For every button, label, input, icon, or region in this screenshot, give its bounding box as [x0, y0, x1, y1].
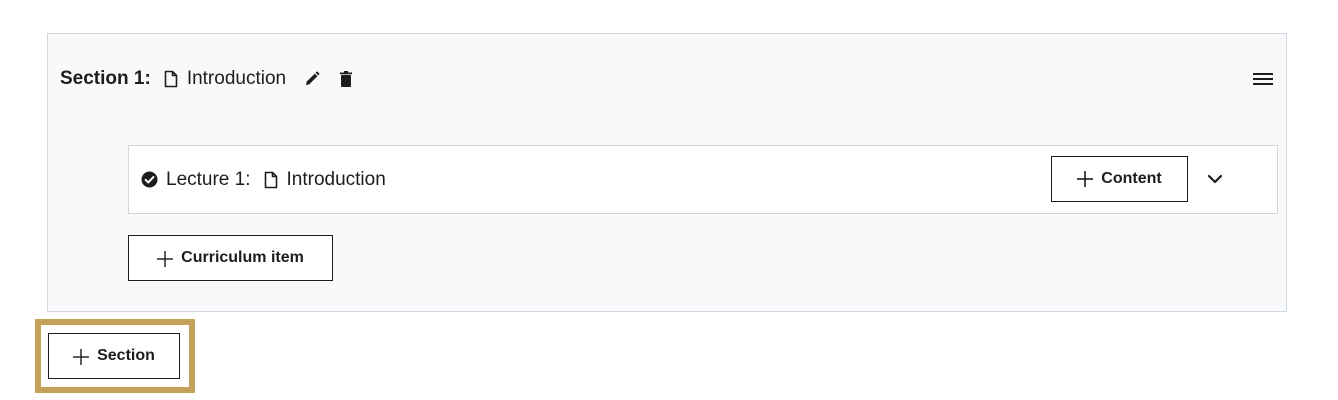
pencil-icon[interactable]: [302, 68, 322, 90]
add-curriculum-item-button[interactable]: Curriculum item: [128, 235, 333, 281]
section-card: Section 1: Introduction Lecture 1: Intro…: [47, 33, 1287, 312]
lecture-number-label: Lecture 1:: [166, 168, 251, 190]
section-title: Introduction: [186, 68, 287, 89]
check-circle-icon: [141, 171, 158, 188]
section-header: Section 1: Introduction: [60, 66, 370, 92]
add-content-button[interactable]: Content: [1051, 156, 1188, 202]
trash-icon[interactable]: [336, 68, 356, 90]
plus-icon: [73, 348, 90, 365]
lecture-header: Lecture 1: Introduction: [141, 146, 386, 213]
add-section-button[interactable]: Section: [48, 333, 180, 379]
file-icon: [263, 170, 279, 190]
hamburger-menu-icon[interactable]: [1252, 68, 1274, 90]
add-content-label: Content: [1101, 170, 1162, 187]
plus-icon: [157, 250, 174, 267]
add-curriculum-item-label: Curriculum item: [181, 249, 304, 266]
curriculum-editor: Section 1: Introduction Lecture 1: Intro…: [0, 0, 1338, 400]
chevron-down-icon[interactable]: [1205, 168, 1225, 190]
section-number-label: Section 1:: [60, 68, 151, 89]
lecture-title: Introduction: [286, 168, 386, 190]
add-section-label: Section: [97, 347, 155, 364]
lecture-item[interactable]: Lecture 1: Introduction Content: [128, 145, 1278, 214]
plus-icon: [1077, 171, 1094, 187]
add-section-highlight: Section: [35, 319, 195, 393]
file-icon: [163, 69, 179, 89]
